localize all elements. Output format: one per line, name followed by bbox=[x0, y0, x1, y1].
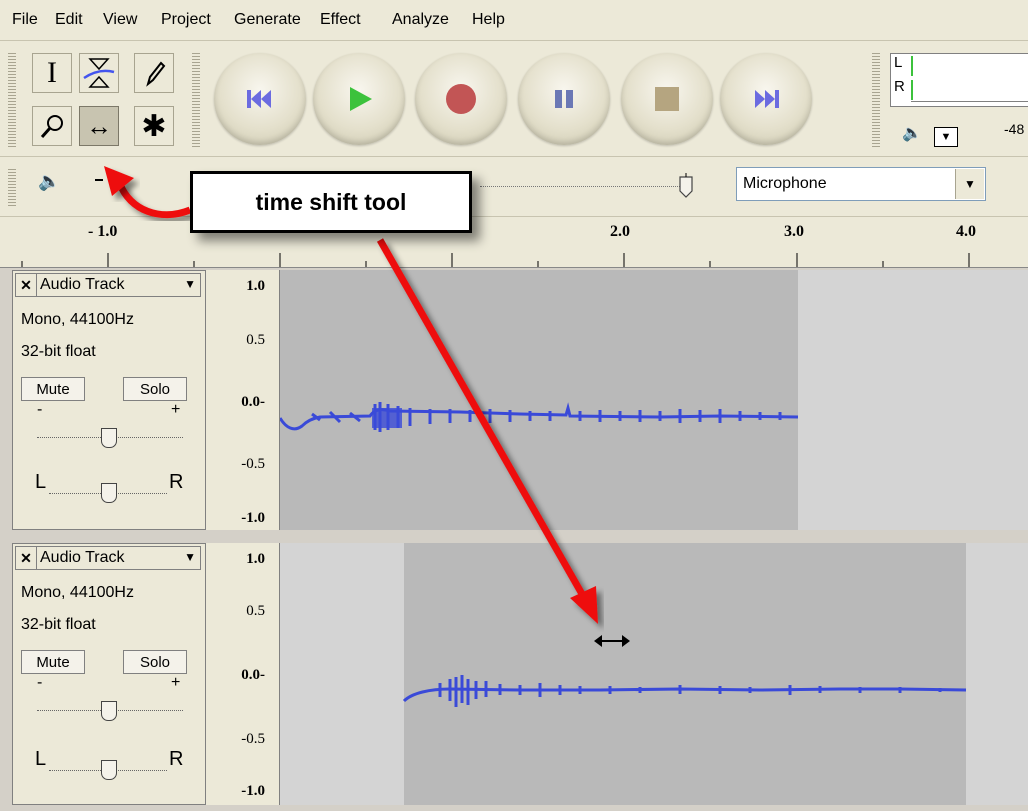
annotation-arrow bbox=[116, 182, 192, 219]
annotation-arrow bbox=[376, 238, 586, 596]
time-shift-cursor-icon bbox=[594, 635, 630, 647]
annotation-overlay bbox=[104, 166, 630, 647]
annotation-callout: time shift tool bbox=[190, 171, 472, 233]
